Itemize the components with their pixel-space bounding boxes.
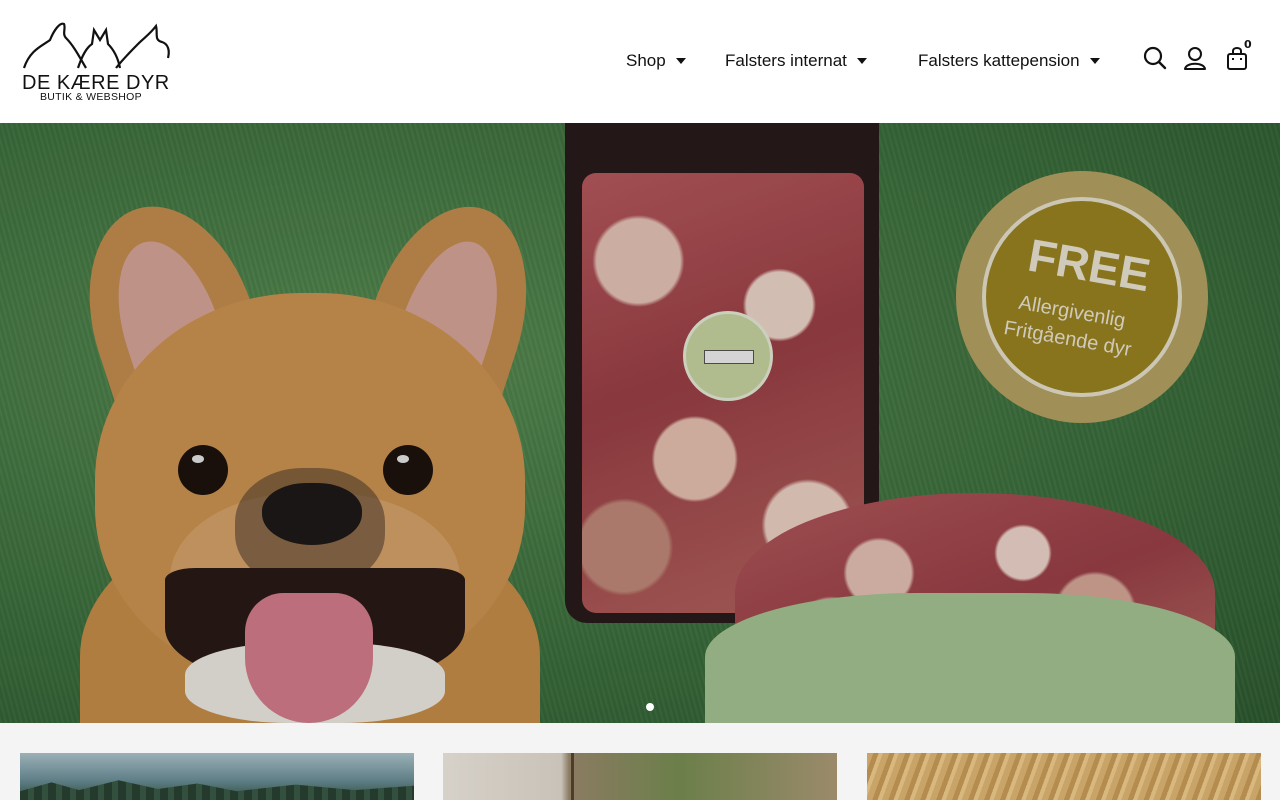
site-logo[interactable]: DE KÆRE DYR BUTIK & WEBSHOP [20, 18, 172, 106]
search-button[interactable] [1142, 44, 1168, 72]
nav-falsters-internat[interactable]: Falsters internat [725, 48, 867, 74]
hero-slider: FREE Allergivenlig Fritgående dyr [0, 123, 1280, 723]
account-button[interactable] [1182, 44, 1208, 72]
site-header: DE KÆRE DYR BUTIK & WEBSHOP Shop Falster… [0, 0, 1280, 123]
caret-down-icon [1089, 58, 1100, 64]
nav-pension-label: Falsters kattepension [918, 51, 1080, 70]
hero-overlay [0, 123, 1280, 723]
logo-subtitle: BUTIK & WEBSHOP [40, 91, 142, 103]
nav-shop[interactable]: Shop [626, 48, 686, 74]
category-card-2[interactable] [443, 753, 837, 800]
caret-down-icon [856, 58, 867, 64]
nav-falsters-kattepension[interactable]: Falsters kattepension [918, 48, 1100, 74]
slider-pagination-dot[interactable] [646, 703, 654, 711]
category-card-3[interactable] [867, 753, 1261, 800]
category-card-1[interactable] [20, 753, 414, 800]
search-icon [1143, 46, 1167, 70]
nav-internat-label: Falsters internat [725, 51, 847, 70]
cart-count-badge: 0 [1244, 38, 1252, 51]
nav-shop-label: Shop [626, 51, 666, 70]
caret-down-icon [675, 58, 686, 64]
user-icon [1184, 47, 1206, 70]
dog-cat-logo-icon [22, 22, 170, 69]
